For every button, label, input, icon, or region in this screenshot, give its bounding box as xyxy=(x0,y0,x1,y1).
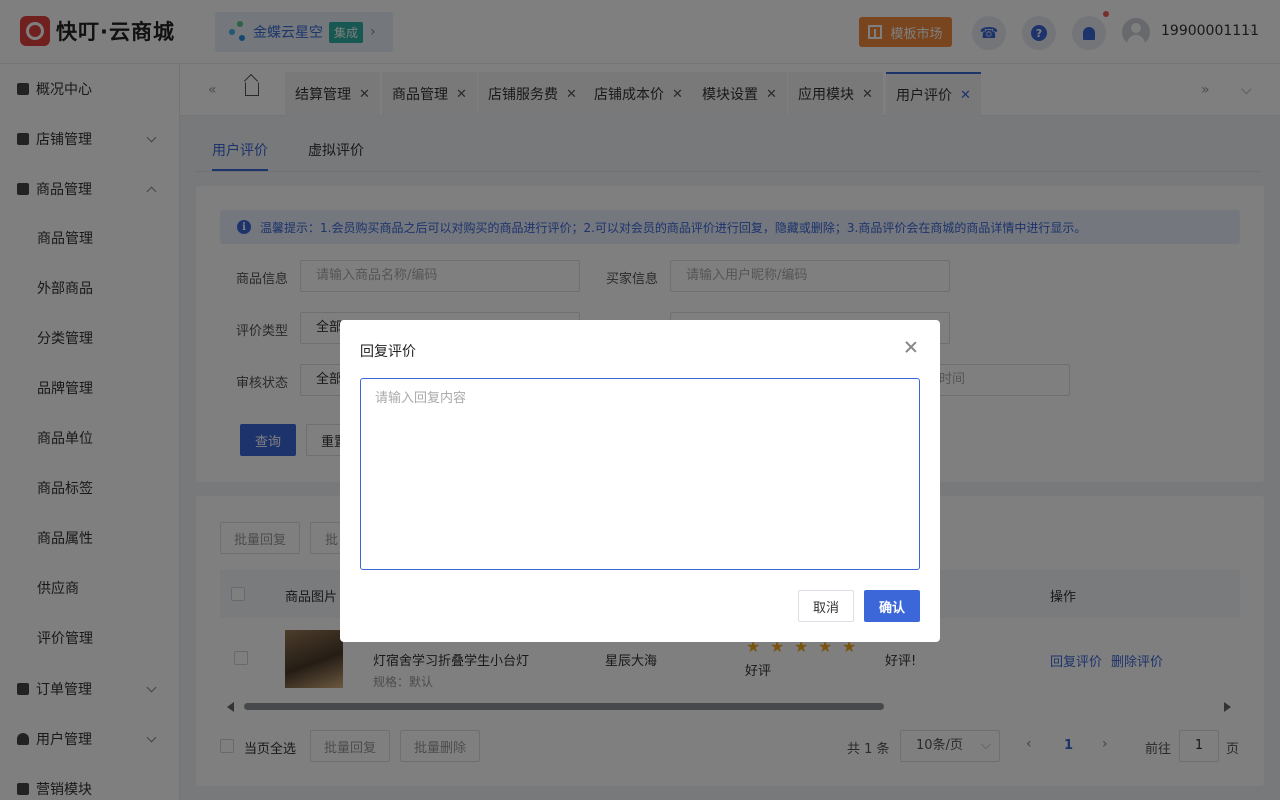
reply-review-dialog: 回复评价 取消 确认 xyxy=(340,320,940,642)
dialog-title: 回复评价 xyxy=(360,344,416,360)
close-icon[interactable] xyxy=(903,339,919,355)
confirm-button[interactable]: 确认 xyxy=(864,590,920,622)
reply-content-textarea[interactable] xyxy=(360,378,920,570)
cancel-button[interactable]: 取消 xyxy=(798,590,854,622)
